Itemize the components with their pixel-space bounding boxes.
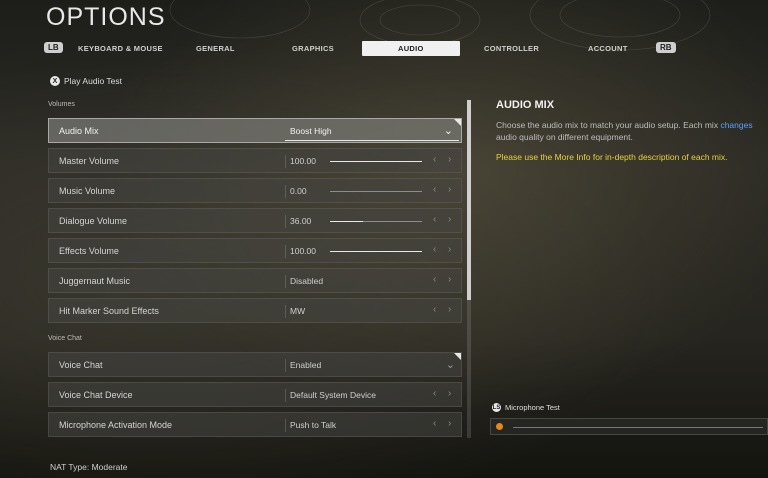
- lb-bumper-badge[interactable]: LB: [44, 42, 63, 53]
- setting-label: Juggernaut Music: [59, 276, 131, 286]
- chevron-right-icon[interactable]: ›: [448, 214, 451, 225]
- volume-slider[interactable]: [330, 251, 422, 252]
- divider: [285, 215, 286, 228]
- setting-label: Music Volume: [59, 186, 116, 196]
- setting-label: Voice Chat Device: [59, 390, 133, 400]
- setting-value: Enabled: [290, 360, 322, 370]
- slider-fill: [330, 251, 422, 252]
- setting-value: Disabled: [290, 276, 324, 286]
- chevron-right-icon[interactable]: ›: [448, 304, 451, 315]
- rb-bumper-badge[interactable]: RB: [656, 42, 676, 53]
- ls-button-icon: LS: [492, 403, 501, 412]
- info-description: Choose the audio mix to match your audio…: [496, 119, 768, 143]
- setting-value: 0.00: [290, 186, 307, 196]
- tab-account[interactable]: ACCOUNT: [588, 44, 628, 53]
- setting-voice-chat-device[interactable]: Voice Chat Device Default System Device …: [48, 382, 462, 407]
- chevron-left-icon[interactable]: ‹: [433, 214, 436, 225]
- setting-voice-chat[interactable]: Voice Chat Enabled ⌄: [48, 352, 462, 377]
- divider: [285, 359, 286, 372]
- setting-value: 100.00: [290, 246, 316, 256]
- chevron-left-icon[interactable]: ‹: [433, 418, 436, 429]
- nat-type-status: NAT Type: Moderate: [50, 462, 128, 472]
- chevron-left-icon[interactable]: ‹: [433, 154, 436, 165]
- divider: [285, 245, 286, 258]
- chevron-left-icon[interactable]: ‹: [433, 244, 436, 255]
- setting-microphone-activation-mode[interactable]: Microphone Activation Mode Push to Talk …: [48, 412, 462, 437]
- setting-dialogue-volume[interactable]: Dialogue Volume 36.00 ‹ ›: [48, 208, 462, 233]
- chevron-right-icon[interactable]: ›: [448, 184, 451, 195]
- chevron-right-icon[interactable]: ›: [448, 244, 451, 255]
- corner-marker-icon: [454, 119, 461, 126]
- slider-fill: [330, 161, 422, 162]
- setting-label: Master Volume: [59, 156, 120, 166]
- setting-label: Voice Chat: [59, 360, 103, 370]
- slider-fill: [330, 221, 364, 222]
- chevron-left-icon[interactable]: ‹: [433, 274, 436, 285]
- chevron-right-icon[interactable]: ›: [448, 154, 451, 165]
- info-desc-text: Choose the audio mix to match your audio…: [496, 120, 721, 130]
- setting-value: MW: [290, 306, 306, 316]
- tab-audio[interactable]: AUDIO: [362, 41, 460, 56]
- setting-label: Effects Volume: [59, 246, 119, 256]
- chevron-left-icon[interactable]: ‹: [433, 304, 436, 315]
- setting-music-volume[interactable]: Music Volume 0.00 ‹ ›: [48, 178, 462, 203]
- setting-label: Dialogue Volume: [59, 216, 128, 226]
- chevron-down-icon: ⌄: [443, 125, 453, 137]
- info-title: AUDIO MIX: [496, 99, 555, 111]
- microphone-test-label: Microphone Test: [505, 403, 560, 412]
- divider: [285, 155, 286, 168]
- chevron-right-icon[interactable]: ›: [448, 418, 451, 429]
- microphone-test-header: LS Microphone Test: [492, 403, 560, 412]
- tab-bar: LB KEYBOARD & MOUSE GENERAL GRAPHICS AUD…: [44, 41, 724, 57]
- tab-controller[interactable]: CONTROLLER: [484, 44, 539, 53]
- setting-hit-marker-sound-effects[interactable]: Hit Marker Sound Effects MW ‹ ›: [48, 298, 462, 323]
- setting-audio-mix[interactable]: Audio Mix Boost High ⌄: [48, 118, 462, 143]
- section-voice-chat: Voice Chat: [48, 335, 82, 342]
- page-title: OPTIONS: [46, 3, 166, 31]
- tab-general[interactable]: GENERAL: [196, 44, 235, 53]
- divider: [285, 389, 286, 402]
- chevron-right-icon[interactable]: ›: [448, 274, 451, 285]
- volume-slider[interactable]: [330, 221, 422, 222]
- scrollbar-thumb[interactable]: [467, 100, 471, 300]
- chevron-left-icon[interactable]: ‹: [433, 388, 436, 399]
- setting-value: 100.00: [290, 156, 316, 166]
- divider: [285, 305, 286, 318]
- volume-slider[interactable]: [330, 191, 422, 192]
- info-desc-highlight: changes: [720, 120, 753, 130]
- chevron-right-icon[interactable]: ›: [448, 388, 451, 399]
- divider: [285, 275, 286, 288]
- tab-keyboard-mouse[interactable]: KEYBOARD & MOUSE: [78, 44, 163, 53]
- setting-label: Hit Marker Sound Effects: [59, 306, 159, 316]
- corner-marker-icon: [454, 353, 461, 360]
- x-button-icon: X: [50, 76, 60, 86]
- setting-label: Audio Mix: [59, 126, 99, 136]
- setting-master-volume[interactable]: Master Volume 100.00 ‹ ›: [48, 148, 462, 173]
- divider: [285, 185, 286, 198]
- info-more-info-note: Please use the More Info for in-depth de…: [496, 152, 728, 162]
- setting-effects-volume[interactable]: Effects Volume 100.00 ‹ ›: [48, 238, 462, 263]
- setting-juggernaut-music[interactable]: Juggernaut Music Disabled ‹ ›: [48, 268, 462, 293]
- microphone-level-track: [513, 427, 763, 428]
- microphone-test-meter[interactable]: [490, 418, 768, 435]
- divider: [285, 419, 286, 432]
- tab-graphics[interactable]: GRAPHICS: [292, 44, 334, 53]
- setting-value: 36.00: [290, 216, 312, 226]
- setting-label: Microphone Activation Mode: [59, 420, 173, 430]
- chevron-left-icon[interactable]: ‹: [433, 184, 436, 195]
- audio-mix-dropdown[interactable]: Boost High ⌄: [285, 122, 459, 141]
- info-desc-text: audio quality on different equipment.: [496, 132, 633, 142]
- volume-slider[interactable]: [330, 161, 422, 162]
- microphone-level-indicator: [496, 423, 503, 430]
- setting-value: Boost High: [290, 126, 332, 136]
- setting-value: Default System Device: [290, 390, 376, 400]
- setting-value: Push to Talk: [290, 420, 337, 430]
- section-volumes: Volumes: [48, 101, 75, 108]
- settings-scrollbar[interactable]: [467, 100, 471, 438]
- play-audio-test-button[interactable]: X Play Audio Test: [50, 76, 122, 86]
- play-audio-test-label: Play Audio Test: [64, 76, 122, 86]
